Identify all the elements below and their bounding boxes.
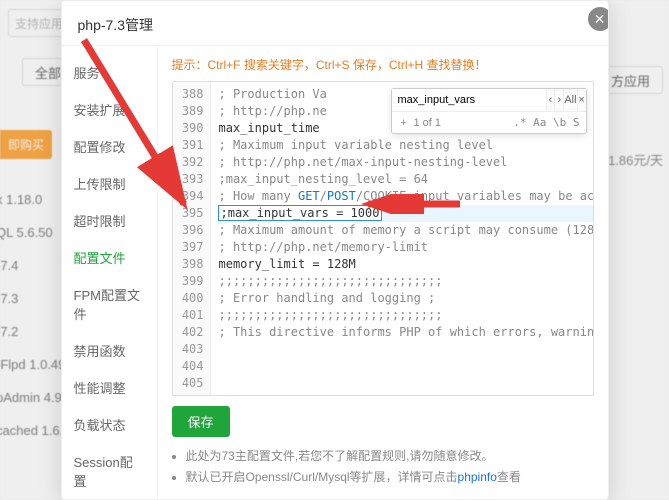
code-line[interactable]: ; http://php.net/memory-limit <box>219 239 593 256</box>
sidebar-item-2[interactable]: 配置修改 <box>62 128 157 165</box>
code-line[interactable]: ; This directive informs PHP of which er… <box>219 324 593 341</box>
editor-container: 3883893903913923933943953963973983994004… <box>172 81 594 396</box>
phpinfo-link[interactable]: phpinfo <box>458 470 497 484</box>
code-line[interactable]: ;;;;;;;;;;;;;;;;;;;;;;;;;;;;;;; <box>219 307 593 324</box>
php-manage-modal: × php-7.3管理 服务安装扩展配置修改上传限制超时限制配置文件FPM配置文… <box>61 0 609 500</box>
editor-gutter: 3883893903913923933943953963973983994004… <box>173 82 211 395</box>
modal-overlay: × php-7.3管理 服务安装扩展配置修改上传限制超时限制配置文件FPM配置文… <box>0 0 669 500</box>
sidebar-item-3[interactable]: 上传限制 <box>62 165 157 202</box>
find-prev-button[interactable]: ‹ <box>546 89 555 111</box>
sidebar-item-1[interactable]: 安装扩展 <box>62 91 157 128</box>
find-options[interactable]: .* Aa \b S <box>513 116 579 129</box>
config-tips: 此处为73主配置文件,若您不了解配置规则,请勿随意修改。默认已开启Openssl… <box>172 447 594 485</box>
sidebar-item-9[interactable]: 负载状态 <box>62 406 157 443</box>
find-close-icon[interactable]: × <box>577 89 586 111</box>
code-line[interactable]: ;max_input_nesting_level = 64 <box>219 171 593 188</box>
modal-side-nav: 服务安装扩展配置修改上传限制超时限制配置文件FPM配置文件禁用函数性能调整负载状… <box>62 46 158 499</box>
sidebar-item-0[interactable]: 服务 <box>62 54 157 91</box>
code-line[interactable]: ;;;;;;;;;;;;;;;;;;;;;;;;;;;;;;; <box>219 273 593 290</box>
code-line[interactable]: ; Maximum amount of memory a script may … <box>219 222 593 239</box>
sidebar-item-4[interactable]: 超时限制 <box>62 202 157 239</box>
save-button[interactable]: 保存 <box>172 406 230 437</box>
find-expand-icon[interactable]: + <box>398 117 410 129</box>
modal-content: 提示：Ctrl+F 搜索关键字，Ctrl+S 保存，Ctrl+H 查找替换！ 3… <box>158 46 608 499</box>
find-count: 1 of 1 <box>414 117 442 129</box>
tip-line: 此处为73主配置文件,若您不了解配置规则,请勿随意修改。 <box>186 447 594 464</box>
code-line[interactable]: ;max_input_vars = 1000 <box>219 205 593 222</box>
code-line[interactable]: ; Error handling and logging ; <box>219 290 593 307</box>
find-input[interactable] <box>392 89 546 111</box>
code-line[interactable]: ; http://php.net/max-input-nesting-level <box>219 154 593 171</box>
find-next-button[interactable]: › <box>554 89 563 111</box>
code-line[interactable]: ; How many GET/POST/COOKIE input variabl… <box>219 188 593 205</box>
find-panel: ‹ › All × + 1 of 1 .* Aa \b S <box>391 88 587 134</box>
sidebar-item-6[interactable]: FPM配置文件 <box>62 276 157 332</box>
sidebar-item-7[interactable]: 禁用函数 <box>62 332 157 369</box>
code-line[interactable]: memory_limit = 128M <box>219 256 593 273</box>
sidebar-item-10[interactable]: Session配置 <box>62 443 157 499</box>
tip-line: 默认已开启Openssl/Curl/Mysql等扩展，详情可点击phpinfo查… <box>186 468 594 485</box>
sidebar-item-5[interactable]: 配置文件 <box>62 239 157 276</box>
hint-text: 提示：Ctrl+F 搜索关键字，Ctrl+S 保存，Ctrl+H 查找替换！ <box>172 56 594 73</box>
sidebar-item-8[interactable]: 性能调整 <box>62 369 157 406</box>
modal-title: php-7.3管理 <box>62 1 608 46</box>
find-all-button[interactable]: All <box>563 89 576 111</box>
code-line[interactable]: ; Maximum input variable nesting level <box>219 137 593 154</box>
